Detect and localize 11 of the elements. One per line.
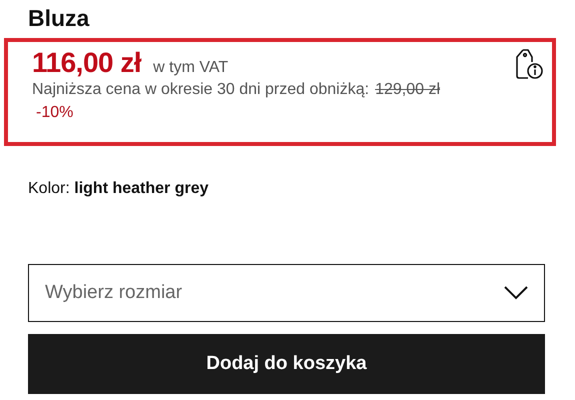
product-title: Bluza: [28, 4, 90, 33]
price-tag-info-icon[interactable]: [514, 48, 544, 80]
size-select[interactable]: Wybierz rozmiar: [28, 264, 545, 322]
vat-note: w tym VAT: [153, 59, 228, 77]
discount-label: -10%: [36, 104, 74, 122]
lowest-price-label: Najniższa cena w okresie 30 dni przed obniżką:: [32, 81, 370, 99]
old-price: 129,00 zł: [375, 81, 440, 99]
chevron-down-icon: [504, 286, 528, 300]
current-price: 116,00 zł: [32, 47, 142, 79]
add-to-cart-button[interactable]: Dodaj do koszyka: [28, 334, 545, 394]
color-label: Kolor: light heather grey: [28, 180, 210, 198]
